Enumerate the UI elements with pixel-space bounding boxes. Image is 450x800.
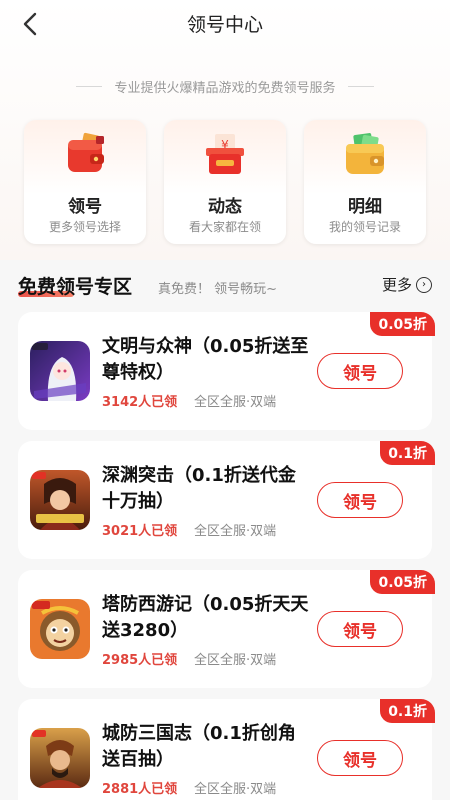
game-title: 城防三国志（0.1折创角送百抽） — [102, 723, 296, 770]
discount-badge: 0.05折 — [370, 312, 435, 336]
claim-count: 2985人已领 — [102, 653, 178, 668]
list-item[interactable]: 0.1折 城防三国志（0.1折创角送百抽） 2881人已领 全区全服·双端 领号 — [18, 699, 435, 800]
more-link[interactable]: 更多 › — [382, 274, 432, 295]
discount-badge: 0.1折 — [380, 441, 435, 465]
list-item[interactable]: 0.05折 文明与众神（0.05折送至尊特权） 3142人已领 全区全服·双端 … — [18, 312, 435, 430]
card-subtitle: 看大家都在领 — [188, 220, 261, 234]
feature-cards: 领号 更多领号选择 ¥ 动态 看大家都在领 明细 我的领号记录 — [24, 120, 426, 244]
card-activity[interactable]: ¥ 动态 看大家都在领 — [164, 120, 286, 244]
claim-button[interactable]: 领号 — [317, 482, 403, 518]
divider — [347, 85, 374, 87]
chevron-right-icon: › — [416, 276, 432, 293]
card-details[interactable]: 明细 我的领号记录 — [304, 120, 426, 244]
card-label: 领号 — [68, 197, 102, 217]
page-title: 领号中心 — [186, 14, 263, 36]
yellow-wallet-icon — [346, 133, 384, 174]
monkey-king-game-icon — [30, 599, 90, 659]
section-subtitle: 真免费！ 领号畅玩~ — [158, 282, 278, 297]
claim-button[interactable]: 领号 — [317, 353, 403, 389]
gift-box-icon: ¥ — [206, 134, 244, 174]
game-list: 0.05折 文明与众神（0.05折送至尊特权） 3142人已领 全区全服·双端 … — [18, 312, 435, 800]
game-title: 深渊突击（0.1折送代金十万抽） — [102, 465, 296, 512]
red-wallet-icon — [68, 132, 104, 172]
claim-count: 2881人已领 — [102, 782, 178, 797]
card-label: 动态 — [208, 197, 242, 217]
game-title: 文明与众神（0.05折送至尊特权） — [102, 336, 309, 383]
anime-girl-game-icon — [30, 341, 90, 401]
claim-count: 3021人已领 — [102, 524, 178, 539]
card-claim[interactable]: 领号 更多领号选择 — [24, 120, 146, 244]
game-title: 塔防西游记（0.05折天天送3280） — [102, 594, 309, 641]
discount-badge: 0.05折 — [370, 570, 435, 594]
server-info: 全区全服·双端 — [194, 653, 277, 668]
server-info: 全区全服·双端 — [194, 524, 277, 539]
claim-count: 3142人已领 — [102, 395, 178, 410]
warrior-game-icon — [30, 470, 90, 530]
server-info: 全区全服·双端 — [194, 782, 277, 797]
three-kingdoms-game-icon — [30, 728, 90, 788]
discount-badge: 0.1折 — [380, 699, 435, 723]
card-label: 明细 — [348, 197, 382, 217]
divider — [76, 85, 103, 87]
server-info: 全区全服·双端 — [194, 395, 277, 410]
list-item[interactable]: 0.05折 塔防西游记（0.05折天天送3280） 2985人已领 全区全服·双… — [18, 570, 435, 688]
card-subtitle: 更多领号选择 — [48, 220, 121, 234]
tagline-text: 专业提供火爆精品游戏的免费领号服务 — [114, 80, 336, 96]
section-header: 免费领号专区 真免费！ 领号畅玩~ 更多 › — [18, 268, 432, 302]
list-item[interactable]: 0.1折 深渊突击（0.1折送代金十万抽） 3021人已领 全区全服·双端 领号 — [18, 441, 435, 559]
tagline: 专业提供火爆精品游戏的免费领号服务 — [0, 75, 450, 97]
header: 领号中心 — [0, 0, 450, 50]
claim-button[interactable]: 领号 — [317, 611, 403, 647]
more-label: 更多 — [381, 276, 412, 294]
section-title: 免费领号专区 — [18, 276, 133, 298]
card-subtitle: 我的领号记录 — [328, 220, 401, 234]
claim-button[interactable]: 领号 — [317, 740, 403, 776]
